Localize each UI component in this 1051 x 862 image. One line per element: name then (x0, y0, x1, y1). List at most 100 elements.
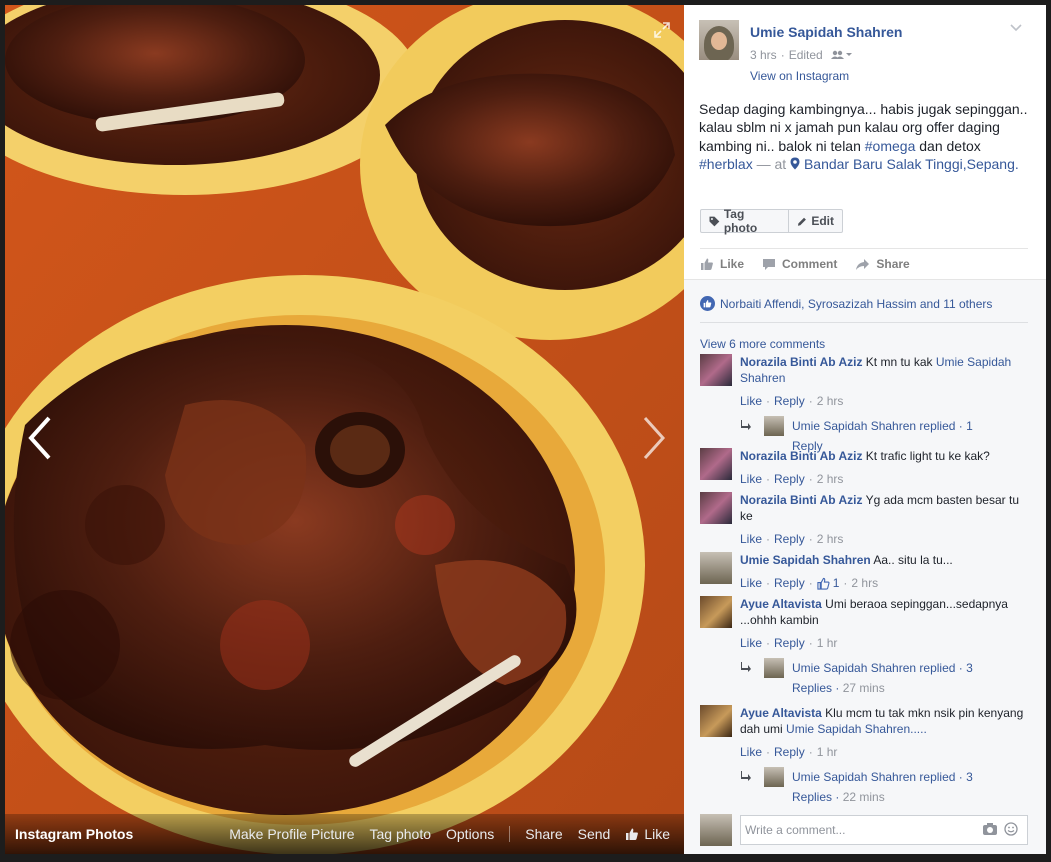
comment-time[interactable]: 1 hr (817, 745, 838, 759)
camera-icon[interactable] (982, 822, 998, 836)
likes-summary[interactable]: Norbaiti Affendi, Syrosazizah Hassim and… (700, 296, 992, 311)
comment-footer: Like · Reply · 1 hr (740, 745, 838, 759)
commenter-avatar[interactable] (700, 705, 732, 737)
comment-like-button[interactable]: Like (740, 532, 762, 546)
expand-icon[interactable] (653, 21, 671, 39)
reply-summary-text: Umie Sapidah Shahren replied (792, 419, 956, 433)
share-icon (856, 258, 870, 270)
hashtag-omega[interactable]: #omega (865, 138, 916, 154)
commenter-avatar[interactable] (700, 552, 732, 584)
post-time[interactable]: 3 hrs (750, 48, 777, 62)
commenter-avatar[interactable] (700, 492, 732, 524)
audience-icon[interactable] (830, 50, 853, 60)
commenter-name[interactable]: Norazila Binti Ab Aziz (740, 493, 862, 507)
chevron-down-icon[interactable] (1009, 23, 1023, 33)
album-title[interactable]: Instagram Photos (15, 826, 133, 842)
comment-body: Norazila Binti Ab Aziz Kt trafic light t… (740, 448, 1030, 464)
divider (700, 248, 1028, 249)
pencil-icon (797, 217, 806, 226)
share-label: Share (876, 257, 910, 271)
comment-reply-button[interactable]: Reply (774, 745, 805, 759)
like-button[interactable]: Like (625, 826, 670, 842)
commenter-name[interactable]: Umie Sapidah Shahren (740, 553, 871, 567)
tag-photo-post-button[interactable]: Tag photo (700, 207, 789, 235)
dot-separator: · (780, 48, 785, 62)
send-button[interactable]: Send (578, 826, 611, 842)
comment-like-button[interactable]: Like (740, 576, 762, 590)
reply-arrow-icon (741, 771, 751, 781)
like-label: Like (644, 826, 670, 842)
post-caption: Sedap daging kambingnya... habis jugak s… (699, 100, 1034, 173)
tag-photo-button[interactable]: Tag photo (370, 826, 432, 842)
hashtag-herblax[interactable]: #herblax (699, 156, 753, 172)
comment-body: Umie Sapidah Shahren Aa.. situ la tu... (740, 552, 1030, 568)
comment-time[interactable]: 2 hrs (817, 472, 844, 486)
reply-time: 22 mins (842, 790, 885, 804)
comment-reply-button[interactable]: Reply (774, 576, 805, 590)
post-panel: Umie Sapidah Shahren 3 hrs · Edited View… (684, 5, 1046, 854)
comment-time[interactable]: 2 hrs (817, 532, 844, 546)
divider (700, 322, 1028, 323)
view-on-instagram-link[interactable]: View on Instagram (750, 69, 849, 83)
comment-like-button[interactable]: Like (740, 636, 762, 650)
edit-post-button[interactable]: Edit (788, 209, 843, 233)
thumbs-up-icon (626, 828, 639, 840)
comment-footer: Like · Reply · 1 · 2 hrs (740, 576, 879, 590)
emoji-icon[interactable] (1004, 822, 1018, 836)
commenter-avatar[interactable] (700, 596, 732, 628)
make-profile-picture-button[interactable]: Make Profile Picture (229, 826, 354, 842)
location-link[interactable]: Bandar Baru Salak Tinggi,Sepang (804, 156, 1015, 172)
food-photo (5, 5, 684, 854)
post-meta: 3 hrs · Edited (750, 48, 853, 62)
mention-link[interactable]: Umie Sapidah Shahren..... (786, 722, 927, 736)
previous-photo-button[interactable] (23, 410, 63, 466)
edit-label: Edit (811, 214, 834, 228)
comment-reply-button[interactable]: Reply (774, 532, 805, 546)
comment-reply-button[interactable]: Reply (774, 636, 805, 650)
commenter-name[interactable]: Ayue Altavista (740, 597, 822, 611)
comment-footer: Like · Reply · 1 hr (740, 636, 838, 650)
options-button[interactable]: Options (446, 826, 494, 842)
comment-text: Kt trafic light tu ke kak? (865, 449, 990, 463)
author-name[interactable]: Umie Sapidah Shahren (750, 24, 902, 40)
reply-arrow-icon (741, 662, 751, 672)
commenter-avatar[interactable] (700, 448, 732, 480)
like-label: Like (720, 257, 745, 271)
caption-period: . (1014, 155, 1019, 172)
comment-body: Norazila Binti Ab Aziz Kt mn tu kak Umie… (740, 354, 1030, 386)
comment-post-button[interactable]: Comment (762, 257, 837, 271)
photo-pane[interactable]: Instagram Photos Make Profile Picture Ta… (5, 5, 684, 854)
edited-label[interactable]: Edited (789, 48, 823, 62)
share-post-button[interactable]: Share (855, 257, 910, 271)
comment-body: Norazila Binti Ab Aziz Yg ada mcm basten… (740, 492, 1030, 524)
commenter-name[interactable]: Norazila Binti Ab Aziz (740, 449, 862, 463)
comment-body: Ayue Altavista Umi beraoa sepinggan...se… (740, 596, 1030, 628)
comment-composer: Write a comment... (700, 814, 1028, 848)
comment-like-button[interactable]: Like (740, 394, 762, 408)
comment-time[interactable]: 1 hr (817, 636, 838, 650)
reply-summary-text: Umie Sapidah Shahren replied (792, 770, 956, 784)
comment-footer: Like · Reply · 2 hrs (740, 532, 844, 546)
author-avatar[interactable] (699, 20, 739, 60)
comment-time[interactable]: 2 hrs (817, 394, 844, 408)
photo-viewer: Instagram Photos Make Profile Picture Ta… (0, 0, 1051, 862)
comment-like-button[interactable]: Like (740, 472, 762, 486)
commenter-name[interactable]: Norazila Binti Ab Aziz (740, 355, 862, 369)
thumbs-up-icon (817, 577, 830, 590)
comment-footer: Like · Reply · 2 hrs (740, 472, 844, 486)
comment-input-placeholder: Write a comment... (745, 823, 846, 837)
comment-reply-button[interactable]: Reply (774, 472, 805, 486)
commenter-name[interactable]: Ayue Altavista (740, 706, 822, 720)
reply-time: 27 mins (842, 681, 885, 695)
view-more-comments-link[interactable]: View 6 more comments (700, 337, 825, 351)
like-post-button[interactable]: Like (700, 257, 744, 271)
comment-reply-button[interactable]: Reply (774, 394, 805, 408)
my-avatar (700, 814, 732, 846)
comment-like-count[interactable]: 1 (833, 576, 840, 590)
post-actions: Like Comment Share (700, 257, 928, 271)
comment-like-button[interactable]: Like (740, 745, 762, 759)
commenter-avatar[interactable] (700, 354, 732, 386)
comment-time[interactable]: 2 hrs (851, 576, 878, 590)
next-photo-button[interactable] (635, 410, 675, 466)
share-button[interactable]: Share (525, 826, 562, 842)
